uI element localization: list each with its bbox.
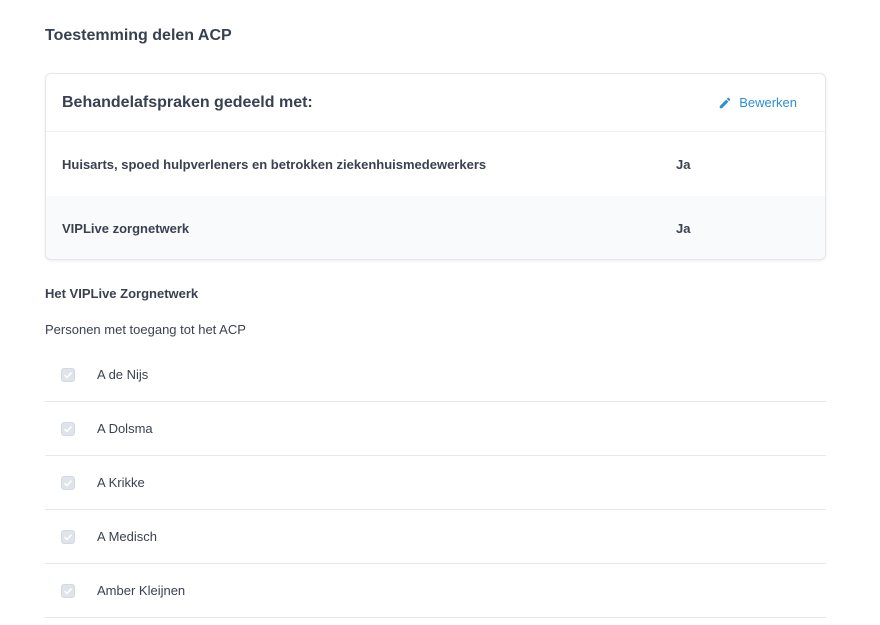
person-name: A Krikke: [97, 475, 145, 490]
check-icon: [63, 479, 73, 487]
list-item: A Medisch: [45, 510, 826, 564]
check-icon: [63, 371, 73, 379]
share-row-label: VIPLive zorgnetwerk: [62, 220, 190, 236]
sharing-card: Behandelafspraken gedeeld met: Bewerken …: [45, 73, 826, 260]
check-icon: [63, 587, 73, 595]
edit-button[interactable]: Bewerken: [718, 95, 797, 110]
person-name: A Dolsma: [97, 421, 153, 436]
pencil-icon: [719, 97, 731, 108]
check-icon: [63, 533, 73, 541]
person-name: A Medisch: [97, 529, 157, 544]
list-item: A de Nijs: [45, 348, 826, 402]
person-checkbox[interactable]: [61, 367, 75, 382]
section-title: Toestemming delen ACP: [45, 27, 232, 44]
list-item: Amber Kleijnen: [45, 564, 826, 618]
share-row-label: Huisarts, spoed hulpverleners en betrokk…: [62, 156, 487, 172]
share-row-value: Ja: [676, 156, 691, 172]
page: Toestemming delen ACP Behandelafspraken …: [0, 0, 880, 625]
share-row-value: Ja: [676, 220, 691, 236]
card-header: Behandelafspraken gedeeld met: Bewerken: [46, 74, 825, 132]
person-list: A de Nijs A Dolsma A Krikke A Medisch Am…: [45, 348, 826, 618]
list-item: A Dolsma: [45, 402, 826, 456]
check-icon: [63, 425, 73, 433]
list-item: A Krikke: [45, 456, 826, 510]
person-name: A de Nijs: [97, 367, 149, 382]
person-checkbox[interactable]: [61, 529, 75, 544]
person-checkbox[interactable]: [61, 475, 75, 490]
card-title: Behandelafspraken gedeeld met:: [62, 93, 313, 111]
person-name: Amber Kleijnen: [97, 583, 186, 598]
share-row-zorgnetwerk: VIPLive zorgnetwerk Ja: [46, 196, 825, 259]
share-row-huisarts: Huisarts, spoed hulpverleners en betrokk…: [46, 132, 825, 196]
network-title: Het VIPLive Zorgnetwerk: [45, 286, 199, 301]
person-checkbox[interactable]: [61, 421, 75, 436]
edit-button-label: Bewerken: [739, 95, 797, 110]
persons-label: Personen met toegang tot het ACP: [45, 322, 246, 337]
person-checkbox[interactable]: [61, 583, 75, 598]
